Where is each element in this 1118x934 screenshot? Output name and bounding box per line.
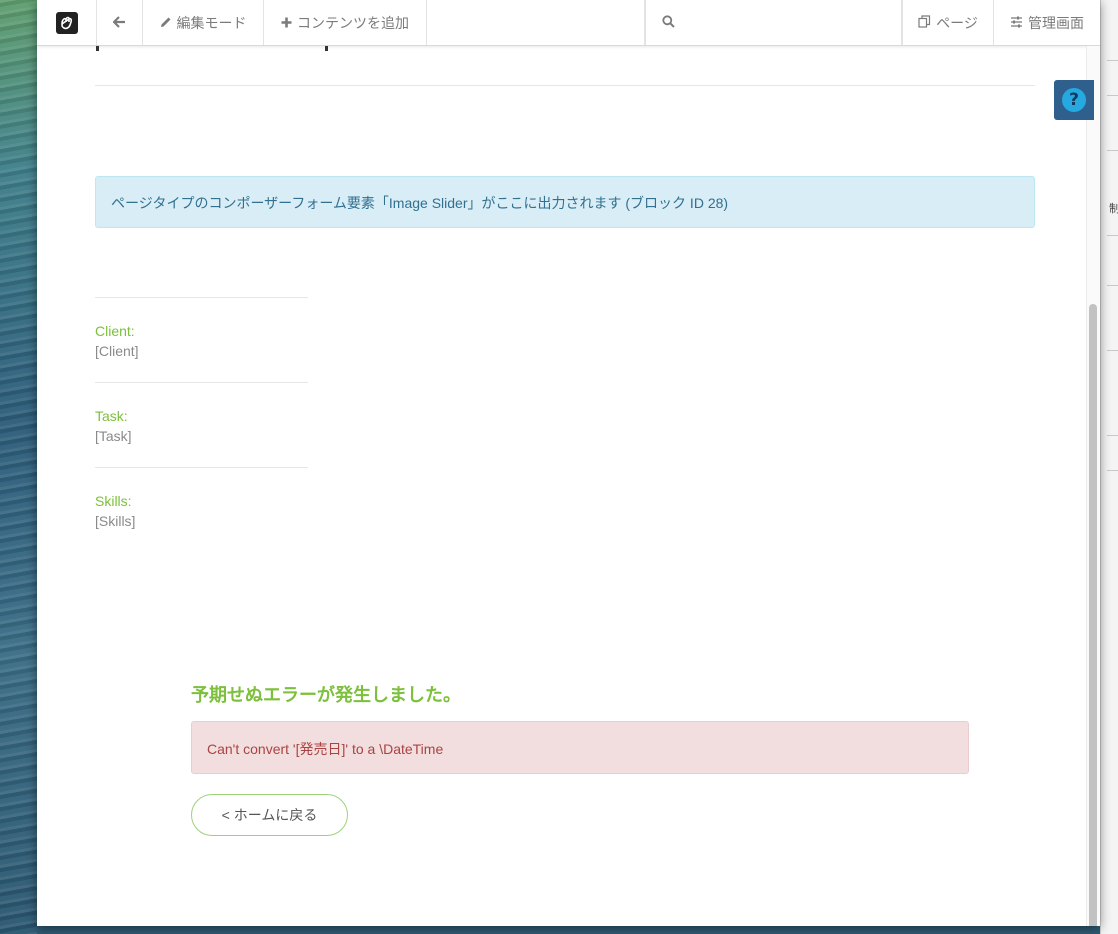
page-label: ページ [936, 14, 978, 31]
error-message-text: Can't convert '[発売日]' to a \DateTime [207, 741, 444, 757]
desktop-background-left [0, 0, 37, 934]
search-field[interactable] [645, 0, 902, 45]
search-icon [662, 14, 675, 31]
page-title-cutoff [95, 46, 335, 52]
bg-text: 制 [1109, 203, 1118, 215]
meta-client: Client: [Client] [95, 298, 308, 382]
arrow-left-icon [112, 15, 126, 31]
meta-value-skills: [Skills] [95, 513, 136, 529]
copy-page-icon [918, 14, 931, 31]
error-message-box: Can't convert '[発売日]' to a \DateTime [191, 721, 969, 774]
composer-notice-text: ページタイプのコンポーザーフォーム要素「Image Slider」がここに出力さ… [111, 195, 729, 211]
scrollbar-thumb[interactable] [1089, 304, 1097, 926]
concrete5-logo-icon [55, 11, 78, 34]
bg-line [1107, 95, 1118, 96]
pencil-icon [160, 15, 172, 31]
meta-skills: Skills: [Skills] [95, 468, 308, 552]
title-bracket-right [325, 46, 328, 51]
bg-line [1107, 150, 1118, 151]
meta-task: Task: [Task] [95, 383, 308, 467]
bg-line [1107, 435, 1118, 436]
back-to-home-button[interactable]: < ホームに戻る [191, 794, 348, 836]
sliders-icon [1010, 15, 1023, 31]
meta-label-client: Client: [95, 323, 135, 339]
edit-mode-button[interactable]: 編集モード [143, 0, 264, 45]
bg-line [1107, 350, 1118, 351]
bg-line [1107, 60, 1118, 61]
edit-mode-label: 編集モード [176, 14, 247, 31]
scrollbar-track[interactable] [1086, 46, 1100, 926]
help-button[interactable]: ? [1054, 80, 1094, 120]
meta-label-task: Task: [95, 408, 128, 424]
dashboard-button[interactable]: 管理画面 [994, 0, 1100, 45]
composer-element-notice: ページタイプのコンポーザーフォーム要素「Image Slider」がここに出力さ… [95, 176, 1035, 228]
add-content-label: コンテンツを追加 [297, 14, 409, 31]
meta-value-task: [Task] [95, 428, 132, 444]
meta-value-client: [Client] [95, 343, 139, 359]
divider [95, 85, 1035, 86]
browser-window: 編集モード コンテンツを追加 ページ 管理画面 ページタイプのコンポーザーフォー… [37, 0, 1100, 926]
question-icon: ? [1062, 88, 1086, 112]
bg-line [1107, 470, 1118, 471]
plus-icon [281, 15, 292, 31]
cms-toolbar: 編集モード コンテンツを追加 ページ 管理画面 [37, 0, 1100, 46]
cms-logo-button[interactable] [37, 0, 97, 45]
back-button[interactable] [97, 0, 143, 45]
error-section: 予期せぬエラーが発生しました。 Can't convert '[発売日]' to… [191, 682, 969, 836]
title-bracket-left [96, 46, 99, 51]
toolbar-spacer [427, 0, 645, 45]
page-settings-button[interactable]: ページ [902, 0, 994, 45]
bg-line [1107, 235, 1118, 236]
error-title: 予期せぬエラーが発生しました。 [191, 685, 461, 705]
add-content-button[interactable]: コンテンツを追加 [264, 0, 427, 45]
meta-label-skills: Skills: [95, 493, 132, 509]
project-meta-list: Client: [Client] Task: [Task] Skills: [S… [95, 297, 308, 552]
bg-line [1107, 285, 1118, 286]
dashboard-label: 管理画面 [1028, 14, 1084, 31]
background-window-edge: 制 [1100, 0, 1118, 934]
